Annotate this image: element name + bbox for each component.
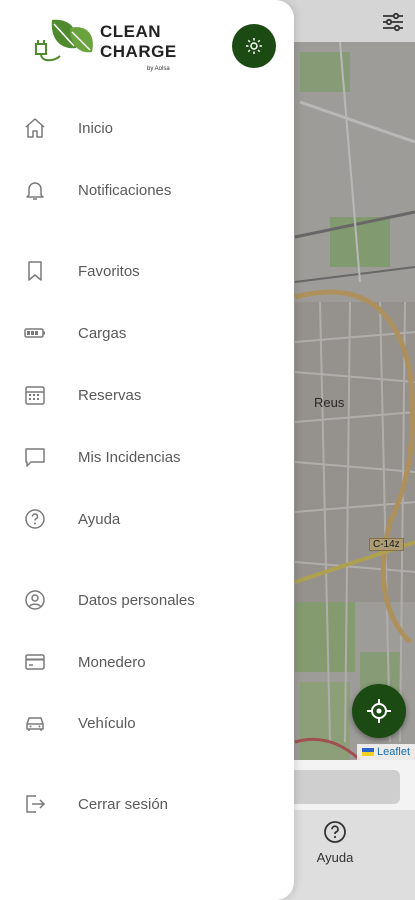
- car-icon: [22, 710, 48, 736]
- brand-by-line: by Aolsa: [147, 66, 170, 72]
- menu-item-label: Mis Incidencias: [78, 448, 181, 466]
- theme-toggle-button[interactable]: [232, 24, 276, 68]
- menu-item-favoritos[interactable]: Favoritos: [0, 249, 294, 293]
- home-icon: [22, 115, 48, 141]
- help-icon: [22, 506, 48, 532]
- menu-item-label: Datos personales: [78, 591, 195, 609]
- user-icon: [22, 587, 48, 613]
- menu-item-cerrar-sesion[interactable]: Cerrar sesión: [0, 782, 294, 826]
- clean-charge-logo: CLEAN CHARGE by Aolsa: [30, 14, 190, 76]
- menu-item-label: Reservas: [78, 386, 142, 404]
- brand-line-2: CHARGE: [100, 42, 177, 61]
- menu-item-vehiculo[interactable]: Vehículo: [0, 701, 294, 745]
- menu-item-label: Ayuda: [78, 510, 121, 528]
- menu-item-label: Monedero: [78, 653, 146, 671]
- sliders-icon: [383, 12, 403, 32]
- attribution-label: Leaflet: [376, 746, 410, 758]
- sun-icon: [246, 38, 262, 54]
- card-icon: [22, 649, 48, 675]
- filter-button[interactable]: [379, 8, 407, 36]
- leaf-plug-icon: [35, 19, 93, 62]
- chat-icon: [22, 444, 48, 470]
- bell-icon: [22, 177, 48, 203]
- logout-icon: [22, 791, 48, 817]
- bottom-nav-help[interactable]: Ayuda: [305, 820, 365, 865]
- bookmark-icon: [22, 258, 48, 284]
- menu-item-label: Notificaciones: [78, 181, 172, 199]
- crosshair-icon: [367, 699, 391, 723]
- menu-item-monedero[interactable]: Monedero: [0, 640, 294, 684]
- menu-item-mis-incidencias[interactable]: Mis Incidencias: [0, 435, 294, 479]
- help-circle-icon: [324, 821, 346, 843]
- menu-item-inicio[interactable]: Inicio: [0, 106, 294, 150]
- menu-item-notificaciones[interactable]: Notificaciones: [0, 168, 294, 212]
- menu-item-label: Cargas: [78, 324, 127, 342]
- calendar-icon: [22, 382, 48, 408]
- menu-item-label: Favoritos: [78, 262, 140, 280]
- map-attribution[interactable]: Leaflet: [356, 744, 415, 760]
- menu-item-label: Inicio: [78, 119, 114, 137]
- menu-item-cargas[interactable]: Cargas: [0, 311, 294, 355]
- battery-icon: [22, 320, 48, 346]
- bottom-nav-help-label: Ayuda: [316, 850, 354, 865]
- menu-item-datos-personales[interactable]: Datos personales: [0, 578, 294, 622]
- menu-item-label: Cerrar sesión: [78, 795, 169, 813]
- menu-item-reservas[interactable]: Reservas: [0, 373, 294, 417]
- brand-line-1: CLEAN: [100, 22, 162, 41]
- navigation-drawer: CLEAN CHARGE by Aolsa Inicio Notificacio…: [0, 0, 294, 900]
- menu-item-label: Vehículo: [78, 714, 136, 732]
- ukraine-flag-icon: [361, 748, 374, 756]
- search-bar[interactable]: [290, 770, 400, 804]
- locate-me-button[interactable]: [352, 684, 406, 738]
- menu-item-ayuda[interactable]: Ayuda: [0, 497, 294, 541]
